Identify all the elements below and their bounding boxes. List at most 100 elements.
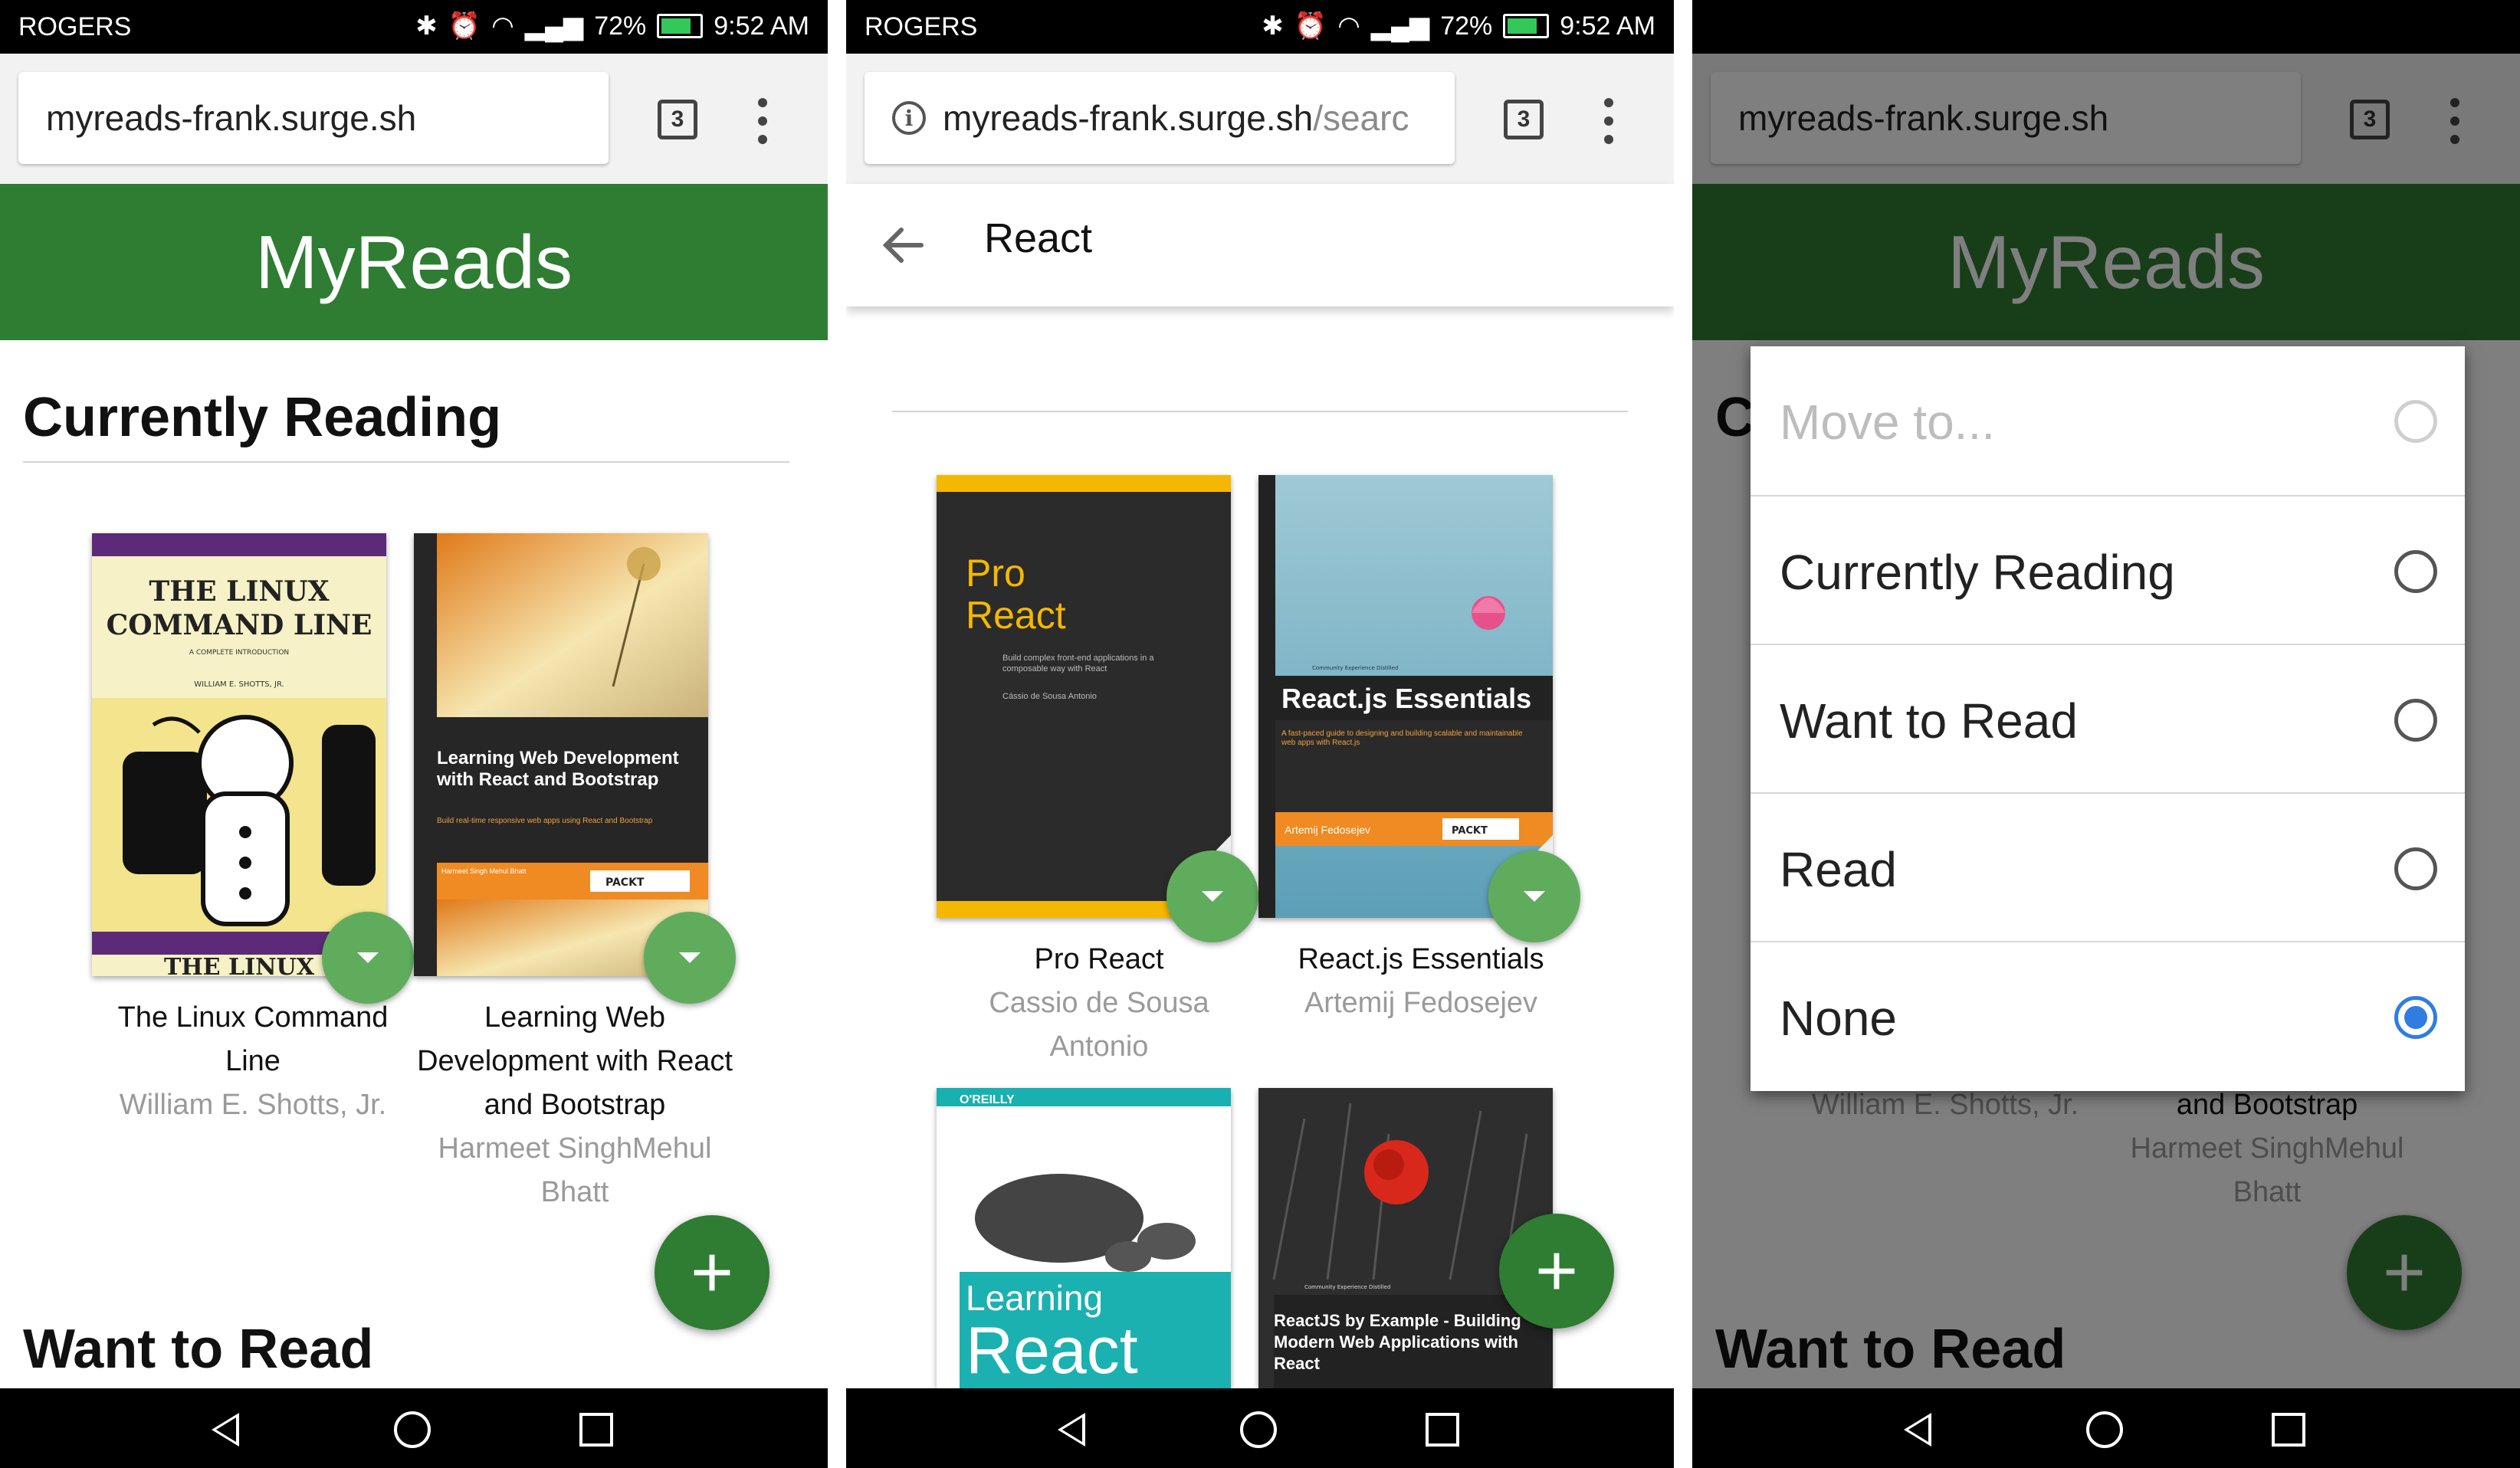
status-bar [1692,0,2520,54]
nav-recents-icon[interactable] [2272,1413,2305,1447]
search-bar: React [846,184,1674,306]
option-none[interactable]: None [1751,941,2465,1090]
url-host: myreads-frank.surge.sh [943,98,1314,138]
dropdown-arrow-icon [1524,891,1545,902]
radio-selected-icon[interactable] [2394,996,2437,1039]
screen-move-menu: myreads-frank.surge.sh 3 MyReads C Willi… [1692,0,2520,1468]
cover-text: Build real-time responsive web apps usin… [437,817,653,825]
overflow-menu-icon[interactable] [756,98,769,144]
book-author: Artemij Fedosejev [1304,987,1538,1019]
add-book-button[interactable]: + [1499,1214,1614,1329]
dropdown-arrow-icon [1202,891,1223,902]
cover-text: THE LINUX [164,954,315,976]
carrier-label: ROGERS [18,12,132,41]
carrier-label: ROGERS [865,12,978,41]
tab-switcher-button[interactable]: 3 [1504,100,1544,139]
cover-text: React [966,594,1066,637]
address-bar[interactable]: myreads-frank.surge.sh [18,72,609,164]
book-cover-reactjs-essentials: Community Experience Distilled React.js … [1258,475,1553,918]
option-want-to-read[interactable]: Want to Read [1751,644,2465,792]
app-header: MyReads [0,184,828,340]
battery-percent: 72% [1440,11,1493,41]
system-nav-bar [0,1388,828,1468]
tab-switcher-button[interactable]: 3 [658,100,697,139]
cover-text: THE LINUX [149,575,329,608]
screen-search: ROGERS ✱ ⏰ ◠ ▂▄▆ 72% 9:52 AM i myreads-f… [846,0,1674,1468]
cover-text: React.js Essentials [1281,683,1531,714]
address-bar[interactable]: i myreads-frank.surge.sh/searc [865,72,1455,164]
system-nav-bar [846,1388,1674,1468]
cover-text: Pro [966,552,1025,595]
book-cover-learning-react: O'REILLY Learning React [937,1088,1231,1388]
dropdown-arrow-icon [679,952,701,963]
cover-text: Learning Web Development with React and … [437,748,679,790]
nav-home-icon[interactable] [1240,1411,1277,1448]
cover-text: Community Experience Distilled [460,709,546,716]
radio-icon[interactable] [2394,699,2437,742]
screen-bookshelf: ROGERS ✱ ⏰ ◠ ▂▄▆ 72% 9:52 AM myreads-fra… [0,0,828,1468]
book-title: React.js Essentials [1298,943,1544,975]
book-author: Cassio de Sousa Antonio [989,987,1209,1063]
cover-text: Artemij Fedosejev [1285,824,1370,836]
bluetooth-icon: ✱ [415,11,438,41]
nav-home-icon[interactable] [394,1411,431,1448]
cover-text: React [966,1314,1138,1388]
book-author: William E. Shotts, Jr. [119,1089,387,1121]
battery-icon [1503,14,1550,38]
book-shelf-changer-button[interactable] [322,912,414,1004]
nav-back-icon[interactable] [212,1413,239,1447]
overflow-menu-icon[interactable] [1602,98,1616,144]
radio-icon[interactable] [2394,550,2437,593]
battery-percent: 72% [594,11,647,41]
status-bar: ROGERS ✱ ⏰ ◠ ▂▄▆ 72% 9:52 AM [0,0,828,54]
cover-text: PACKT [1452,825,1488,837]
info-icon[interactable]: i [892,101,926,135]
back-arrow-icon[interactable] [880,222,926,268]
nav-back-icon[interactable] [1904,1413,1931,1447]
clock: 9:52 AM [714,11,809,41]
learning-react-cover-art: O'REILLY Learning React [937,1088,1231,1388]
cover-text: Cássio de Sousa Antonio [1002,692,1097,701]
cover-text: Community Experience Distilled [1304,1284,1390,1290]
book-cover-learning-web-development: Community Experience Distilled Learning … [414,533,708,976]
wifi-icon: ◠ [1337,11,1360,41]
dropdown-arrow-icon [357,952,379,963]
cover-text: Community Experience Distilled [1312,665,1398,671]
cover-text: Harmeet Singh Mehul Bhatt [441,867,527,875]
nav-home-icon[interactable] [2086,1411,2123,1448]
nav-recents-icon[interactable] [579,1413,613,1447]
linux-cover-art: THE LINUX COMMAND LINE A COMPLETE INTROD… [92,533,386,976]
alarm-icon: ⏰ [448,11,481,41]
option-currently-reading[interactable]: Currently Reading [1751,495,2465,644]
divider [1674,0,1692,1468]
plus-icon: + [690,1231,734,1313]
url-text: myreads-frank.surge.sh [46,98,417,138]
book-shelf-changer-button[interactable] [644,912,736,1004]
cover-text: Build complex front-end applications in … [1002,654,1154,673]
book-author: Harmeet SinghMehulBhatt [438,1132,712,1208]
browser-toolbar: i myreads-frank.surge.sh/searc 3 [846,54,1674,184]
search-input[interactable]: React [984,215,1092,262]
book-title: The Linux Command Line [117,1001,389,1077]
plus-icon: + [1534,1230,1579,1312]
book-shelf-changer-button[interactable] [1488,850,1580,942]
signal-icon: ▂▄▆ [1370,11,1430,41]
radio-icon[interactable] [2394,847,2437,890]
add-book-button[interactable]: + [655,1215,769,1330]
option-read[interactable]: Read [1751,792,2465,941]
option-move-to: Move to... [1751,346,2465,495]
shelf-title-want-to-read: Want to Read [23,1319,374,1380]
clock: 9:52 AM [1560,11,1655,41]
divider [828,0,846,1468]
wifi-icon: ◠ [491,11,514,41]
book-title: Pro React [1034,943,1164,975]
url-path: /searc [1313,98,1409,138]
cover-text: A COMPLETE INTRODUCTION [189,649,289,657]
radio-icon [2394,400,2437,443]
book-shelf-changer-button[interactable] [1166,850,1258,942]
book-cover-pro-react: Pro React Build complex front-end applic… [937,475,1231,918]
nav-recents-icon[interactable] [1426,1413,1459,1447]
cover-text: PACKT [605,877,645,889]
cover-text: Learning [966,1278,1103,1318]
nav-back-icon[interactable] [1058,1413,1085,1447]
